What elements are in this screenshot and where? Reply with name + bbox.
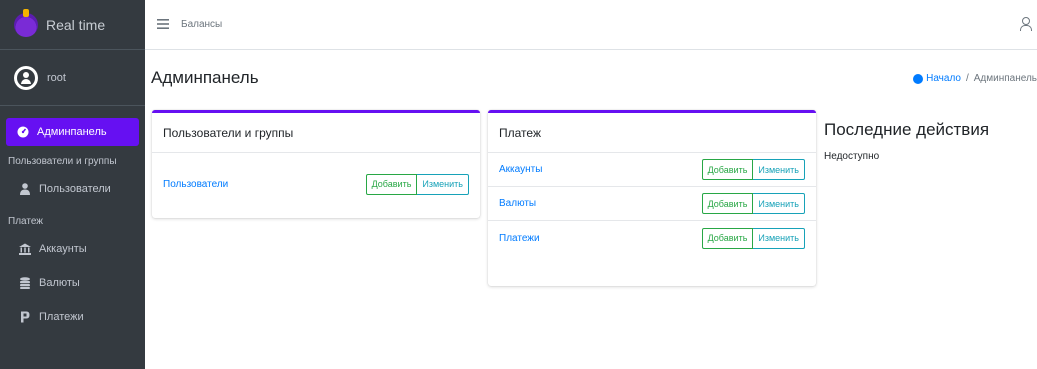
brand-name: Real time <box>46 16 106 33</box>
card-row-users: Пользователи Добавить Изменить <box>152 153 480 215</box>
recent-actions-text: Недоступно <box>824 151 880 162</box>
user-menu-icon[interactable] <box>1019 17 1032 33</box>
add-button[interactable]: Добавить <box>701 193 754 214</box>
card-title: Пользователи и группы <box>152 113 480 153</box>
edit-button[interactable]: Изменить <box>753 193 805 214</box>
button-group: Добавить Изменить <box>701 193 805 214</box>
sidebar-nav: Админпанель Пользователи и группы Пользо… <box>0 106 145 334</box>
edit-button[interactable]: Изменить <box>753 227 805 249</box>
menu-icon[interactable] <box>157 17 171 32</box>
payments-link[interactable]: Платежи <box>499 233 702 244</box>
breadcrumb-home-label: Начало <box>926 73 961 84</box>
users-groups-card: Пользователи и группы Пользователи Добав… <box>152 110 480 218</box>
recent-actions-title: Последние действия <box>824 120 990 139</box>
button-group: Добавить Изменить <box>365 173 469 195</box>
tachometer-icon <box>913 73 924 84</box>
coins-icon <box>18 277 32 289</box>
payment-card: Платеж Аккаунты Добавить Изменить Валюты… <box>488 110 816 286</box>
button-group: Добавить Изменить <box>701 159 805 180</box>
sidebar-item-currencies[interactable]: Валюты <box>0 266 145 300</box>
breadcrumb-home[interactable]: Начало <box>913 73 961 84</box>
add-button[interactable]: Добавить <box>365 173 418 195</box>
topbar: Балансы <box>145 0 1037 50</box>
sidebar-item-label: Аккаунты <box>39 243 87 255</box>
sidebar-header-payment: Платеж <box>8 216 43 227</box>
sidebar-item-accounts[interactable]: Аккаунты <box>0 232 145 266</box>
sidebar-item-users[interactable]: Пользователи <box>0 172 145 206</box>
add-button[interactable]: Добавить <box>701 227 754 249</box>
button-group: Добавить Изменить <box>701 227 805 249</box>
add-button[interactable]: Добавить <box>701 159 754 180</box>
breadcrumb-separator: / <box>965 73 969 84</box>
sidebar-item-label: Пользователи <box>39 183 111 195</box>
page-title: Админпанель <box>151 68 259 87</box>
bank-icon <box>18 243 32 255</box>
users-link[interactable]: Пользователи <box>163 179 366 190</box>
card-title: Платеж <box>488 113 816 153</box>
tachometer-icon <box>16 126 30 138</box>
card-row-payments: Платежи Добавить Изменить <box>488 221 816 255</box>
user-panel[interactable]: root <box>0 50 145 106</box>
sidebar-item-label: Валюты <box>39 277 80 289</box>
card-row-currencies: Валюты Добавить Изменить <box>488 187 816 221</box>
card-row-accounts: Аккаунты Добавить Изменить <box>488 153 816 187</box>
edit-button[interactable]: Изменить <box>753 159 805 180</box>
sidebar-item-label: Платежи <box>39 311 84 323</box>
breadcrumb: Начало / Админпанель <box>913 73 1037 84</box>
money-icon <box>18 311 32 323</box>
accounts-link[interactable]: Аккаунты <box>499 164 702 175</box>
topbar-title[interactable]: Балансы <box>181 19 222 30</box>
sidebar-item-payments[interactable]: Платежи <box>0 300 145 334</box>
sidebar-item-admin[interactable]: Админпанель <box>6 118 139 146</box>
edit-button[interactable]: Изменить <box>417 173 469 195</box>
user-name: root <box>47 71 66 84</box>
sidebar-item-label: Админпанель <box>37 126 107 138</box>
brand-logo-icon <box>14 8 38 37</box>
user-avatar-icon <box>14 65 38 90</box>
breadcrumb-current: Админпанель <box>973 73 1037 84</box>
user-icon <box>18 183 32 195</box>
sidebar: Real time root Админпанель Пользователи … <box>0 0 145 369</box>
sidebar-header-users-groups: Пользователи и группы <box>8 156 117 167</box>
currencies-link[interactable]: Валюты <box>499 198 702 209</box>
brand-link[interactable]: Real time <box>0 0 145 50</box>
